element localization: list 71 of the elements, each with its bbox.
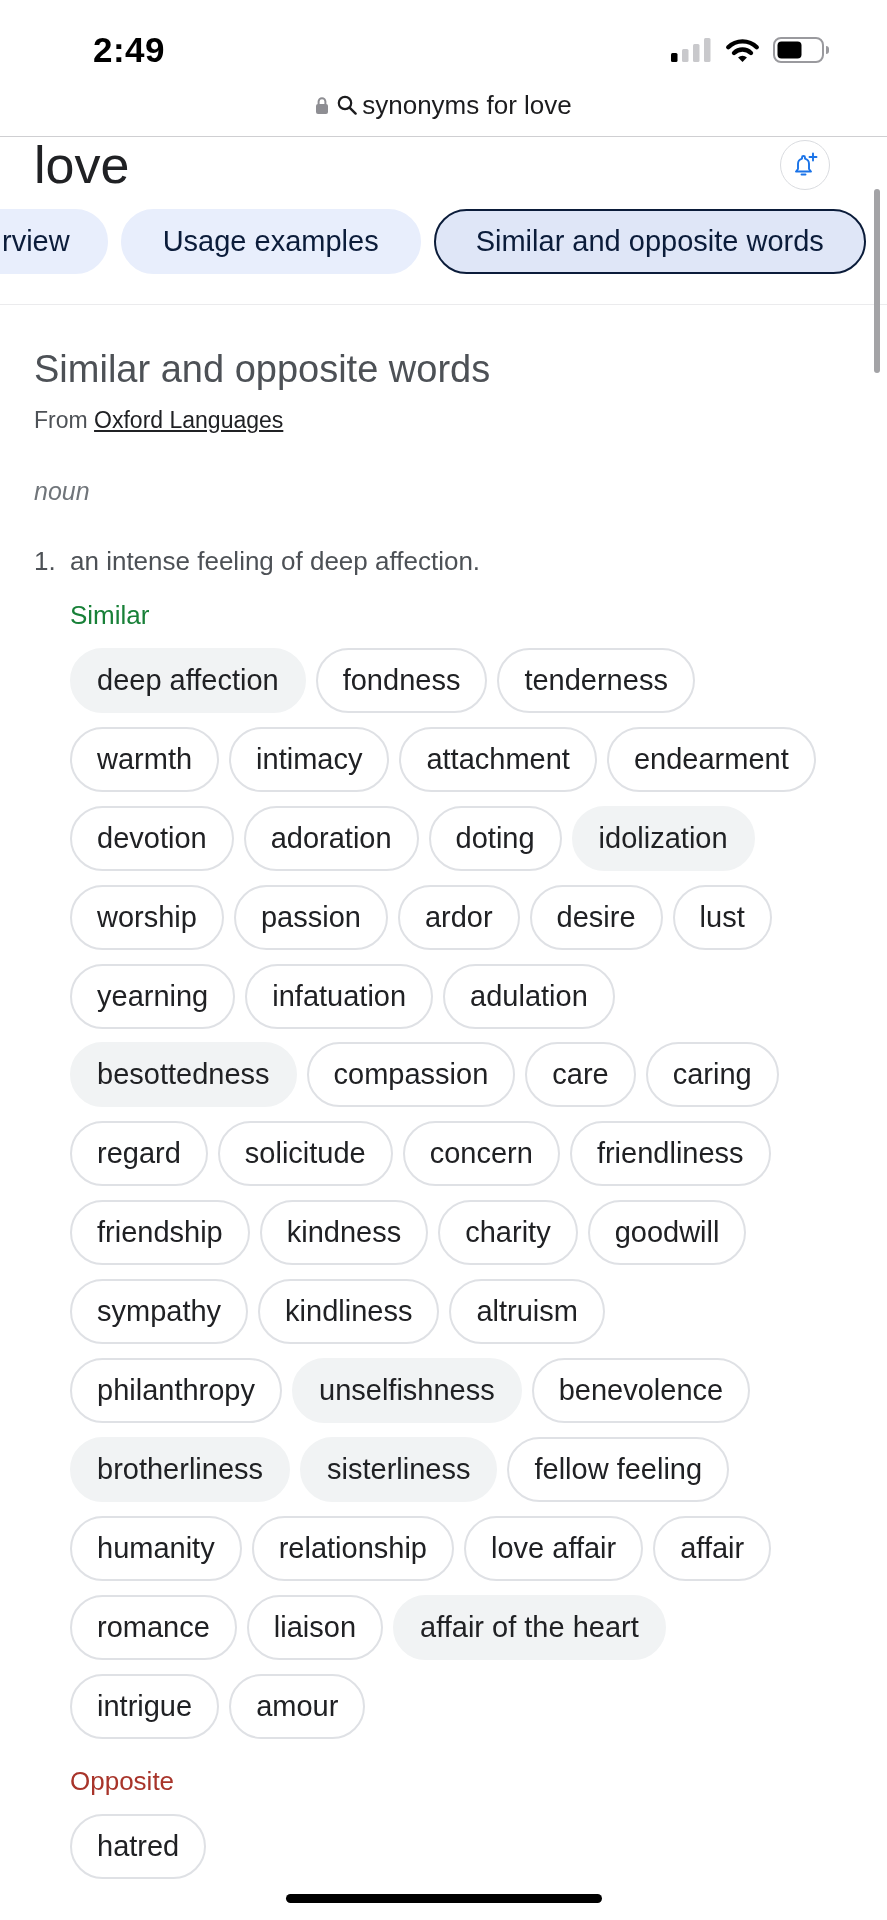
battery-icon [773,37,830,63]
source-link[interactable]: Oxford Languages [94,407,284,433]
word-chip[interactable]: philanthropy [70,1358,282,1423]
word-chip[interactable]: concern [402,1121,560,1187]
word-chip[interactable]: ardor [397,884,520,950]
alert-button[interactable] [780,140,830,190]
word-chip[interactable]: amour [229,1673,366,1739]
word-chip[interactable]: regard [70,1121,208,1187]
word-chip[interactable]: intrigue [70,1673,220,1739]
word-chip[interactable]: fellow feeling [507,1436,730,1502]
definition-text: an intense feeling of deep affection. [70,545,481,578]
sense-number: 1. [34,545,57,578]
word-chip[interactable]: romance [70,1594,237,1660]
source-credit: From Oxford Languages [34,406,285,435]
page-title: love [34,139,130,191]
word-chip[interactable]: doting [428,805,562,871]
word-chip[interactable]: compassion [306,1042,516,1108]
word-chip[interactable]: love affair [464,1515,644,1581]
word-chip[interactable]: infatuation [245,963,434,1029]
word-chip[interactable]: lust [672,884,772,950]
signal-icon [671,38,711,62]
word-chip[interactable]: adulation [443,963,615,1029]
word-chip[interactable]: yearning [70,963,236,1029]
group-label: Similar [70,599,151,632]
wifi-icon [725,37,760,63]
word-chip: sisterliness [300,1436,498,1502]
word-chip[interactable]: attachment [399,726,597,792]
word-chip[interactable]: care [525,1042,636,1108]
group-label: Opposite [70,1764,176,1798]
part-of-speech: noun [34,476,91,506]
bell-plus-icon [792,152,818,178]
word-chip[interactable]: liaison [246,1594,384,1660]
status-time: 2:49 [93,30,166,70]
word-chip[interactable]: humanity [70,1515,242,1581]
word-chip[interactable]: affair [653,1515,772,1581]
word-chip[interactable]: altruism [449,1279,605,1345]
word-chip[interactable]: worship [70,884,224,950]
word-chip[interactable]: benevolence [531,1358,751,1423]
word-chip[interactable]: friendliness [569,1121,771,1187]
word-chip[interactable]: caring [645,1042,779,1108]
word-chip: besottedness [70,1042,297,1108]
word-chip: unselfishness [292,1358,522,1423]
word-chip[interactable]: endearment [606,726,816,792]
word-chip[interactable]: friendship [70,1200,250,1266]
word-chip[interactable]: adoration [243,805,419,871]
word-chip: deep affection [70,648,306,713]
tab[interactable]: Similar and opposite words [433,209,866,274]
section-heading: Similar and opposite words [34,347,492,392]
word-chip[interactable]: kindliness [258,1279,440,1345]
word-chip[interactable]: warmth [70,726,220,792]
word-chip[interactable]: fondness [315,648,488,713]
address-text[interactable]: synonyms for love [362,89,572,121]
word-chip[interactable]: passion [233,884,388,950]
word-chip[interactable]: relationship [251,1515,454,1581]
tab[interactable]: Usage examples [120,209,421,274]
search-icon [337,95,358,115]
word-chip[interactable]: kindness [259,1200,429,1266]
word-chip: idolization [571,805,755,871]
word-chip[interactable]: tenderness [497,648,695,713]
word-chip: brotherliness [70,1436,291,1502]
tab[interactable]: rview [0,209,108,274]
word-chip[interactable]: hatred [70,1813,207,1879]
word-chip: affair of the heart [393,1594,666,1660]
word-chip[interactable]: intimacy [229,726,390,792]
word-chip[interactable]: goodwill [587,1200,747,1266]
word-chip[interactable]: sympathy [70,1279,249,1345]
word-chip[interactable]: solicitude [217,1121,393,1187]
word-chip[interactable]: charity [438,1200,578,1266]
word-chip[interactable]: desire [529,884,663,950]
word-chip[interactable]: devotion [70,805,234,871]
lock-icon [315,96,330,114]
